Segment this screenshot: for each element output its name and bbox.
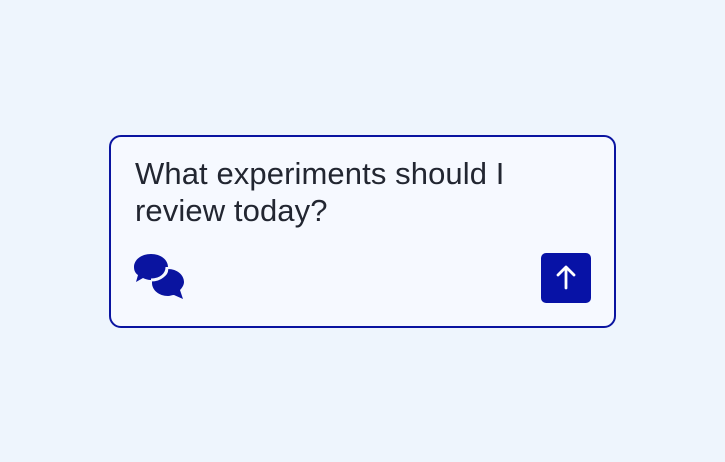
arrow-up-icon	[556, 265, 576, 290]
chat-bubbles-icon	[134, 253, 186, 305]
send-button[interactable]	[541, 253, 591, 303]
chat-input-text[interactable]: What experiments should I review today?	[135, 155, 575, 229]
chat-input-card[interactable]: What experiments should I review today?	[109, 135, 616, 328]
